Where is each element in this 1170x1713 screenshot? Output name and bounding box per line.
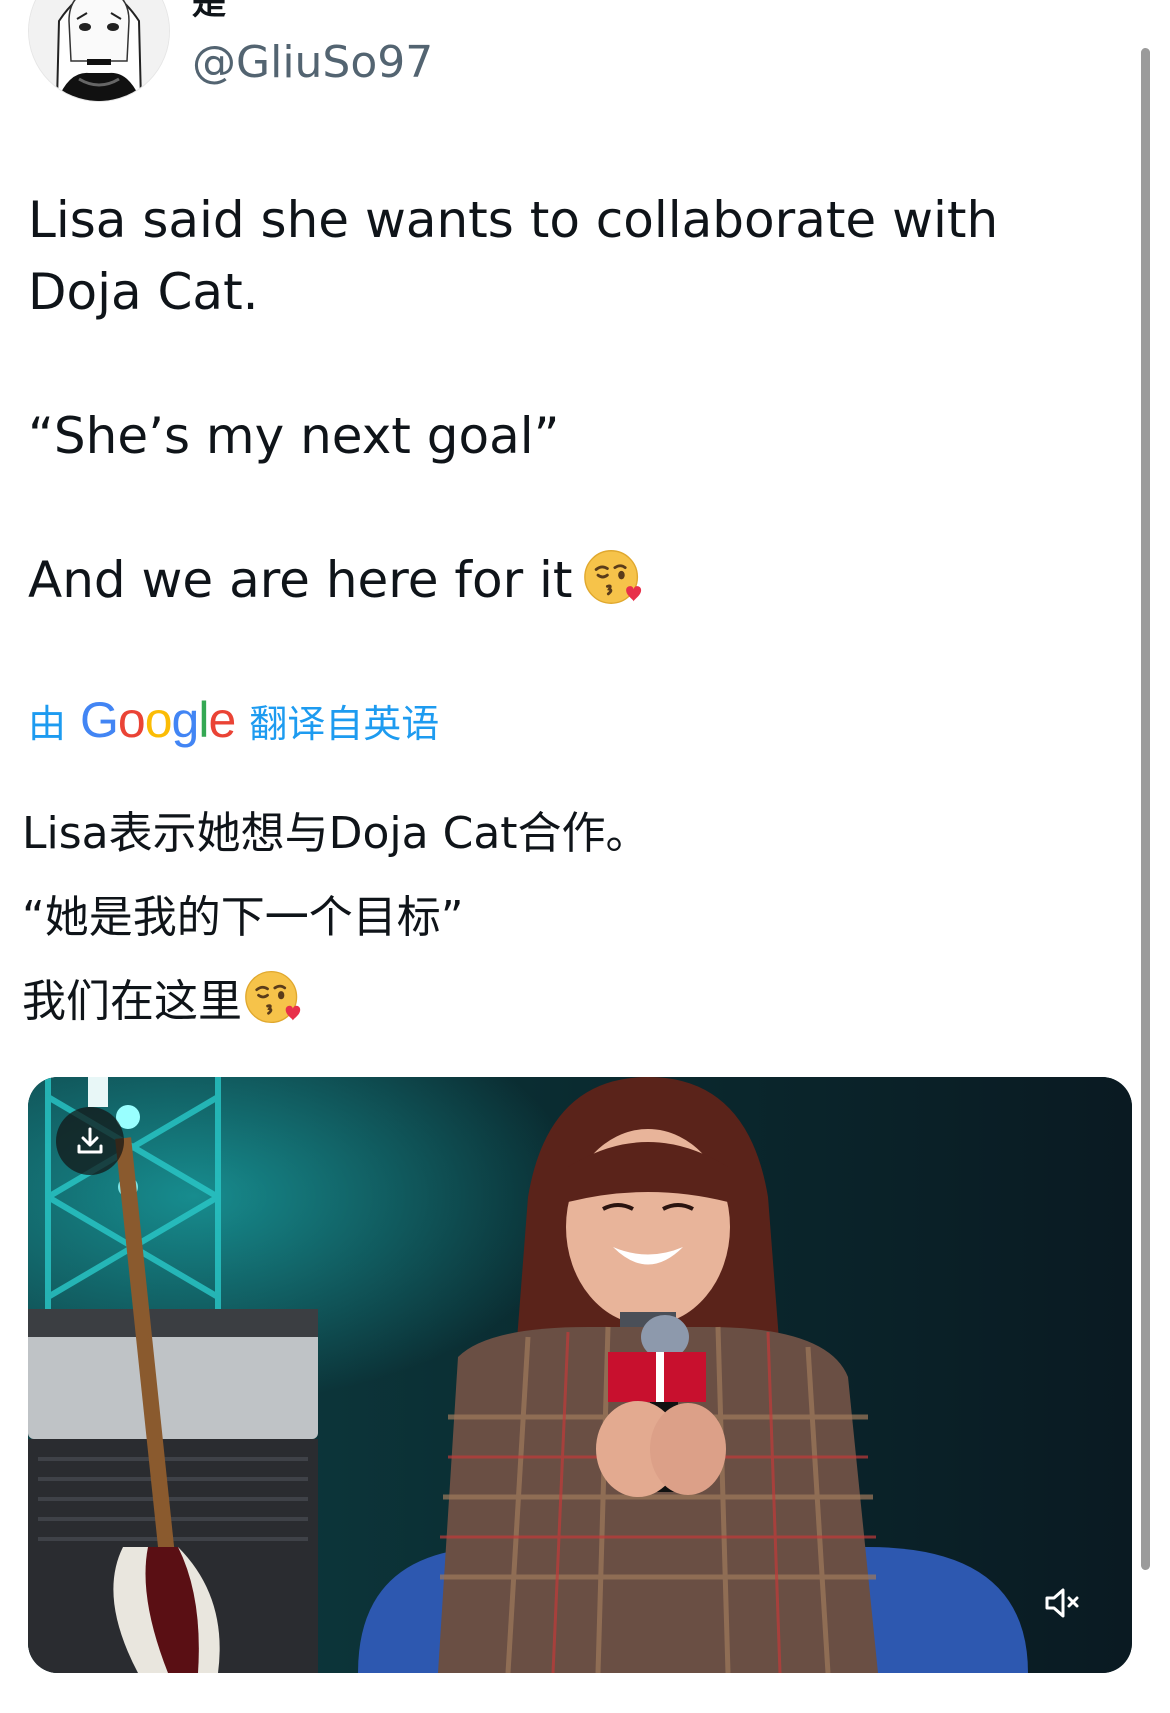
display-name[interactable]: 是	[192, 0, 226, 20]
unmute-button[interactable]	[1032, 1573, 1092, 1633]
kissing-face-with-heart-emoji	[245, 970, 301, 1024]
tweet-text: Lisa said she wants to collaborate with …	[28, 184, 1118, 616]
translated-line: 我们在这里	[22, 960, 1112, 1044]
translated-line: Lisa表示她想与Doja Cat合作。	[22, 808, 650, 859]
translation-attribution[interactable]: 由 Google 翻译自英语	[28, 690, 439, 750]
muted-speaker-icon	[1045, 1588, 1079, 1618]
tweet-paragraph: Lisa said she wants to collaborate with …	[28, 191, 999, 321]
google-logo: Google	[80, 692, 236, 748]
kissing-face-with-heart-emoji	[583, 550, 641, 604]
translated-line: “她是我的下一个目标”	[22, 892, 464, 943]
video-player[interactable]: A	[28, 1077, 1132, 1673]
tweet-paragraph-text: And we are here for it	[28, 551, 573, 609]
video-frame	[28, 1077, 1132, 1673]
avatar-image	[29, 0, 169, 101]
translated-line-text: 我们在这里	[22, 976, 242, 1027]
scrollbar[interactable]	[1141, 48, 1150, 1570]
download-icon	[77, 1127, 103, 1154]
download-button[interactable]	[56, 1107, 124, 1175]
translation-suffix: 翻译自英语	[249, 701, 440, 746]
translated-text: Lisa表示她想与Doja Cat合作。 “她是我的下一个目标” 我们在这里	[22, 792, 1112, 1044]
avatar[interactable]	[28, 0, 170, 102]
tweet-paragraph: “She’s my next goal”	[28, 407, 560, 465]
user-handle[interactable]: @GliuSo97	[192, 38, 433, 88]
translation-prefix: 由	[28, 701, 67, 746]
tweet-paragraph: And we are here for it	[28, 544, 1118, 616]
